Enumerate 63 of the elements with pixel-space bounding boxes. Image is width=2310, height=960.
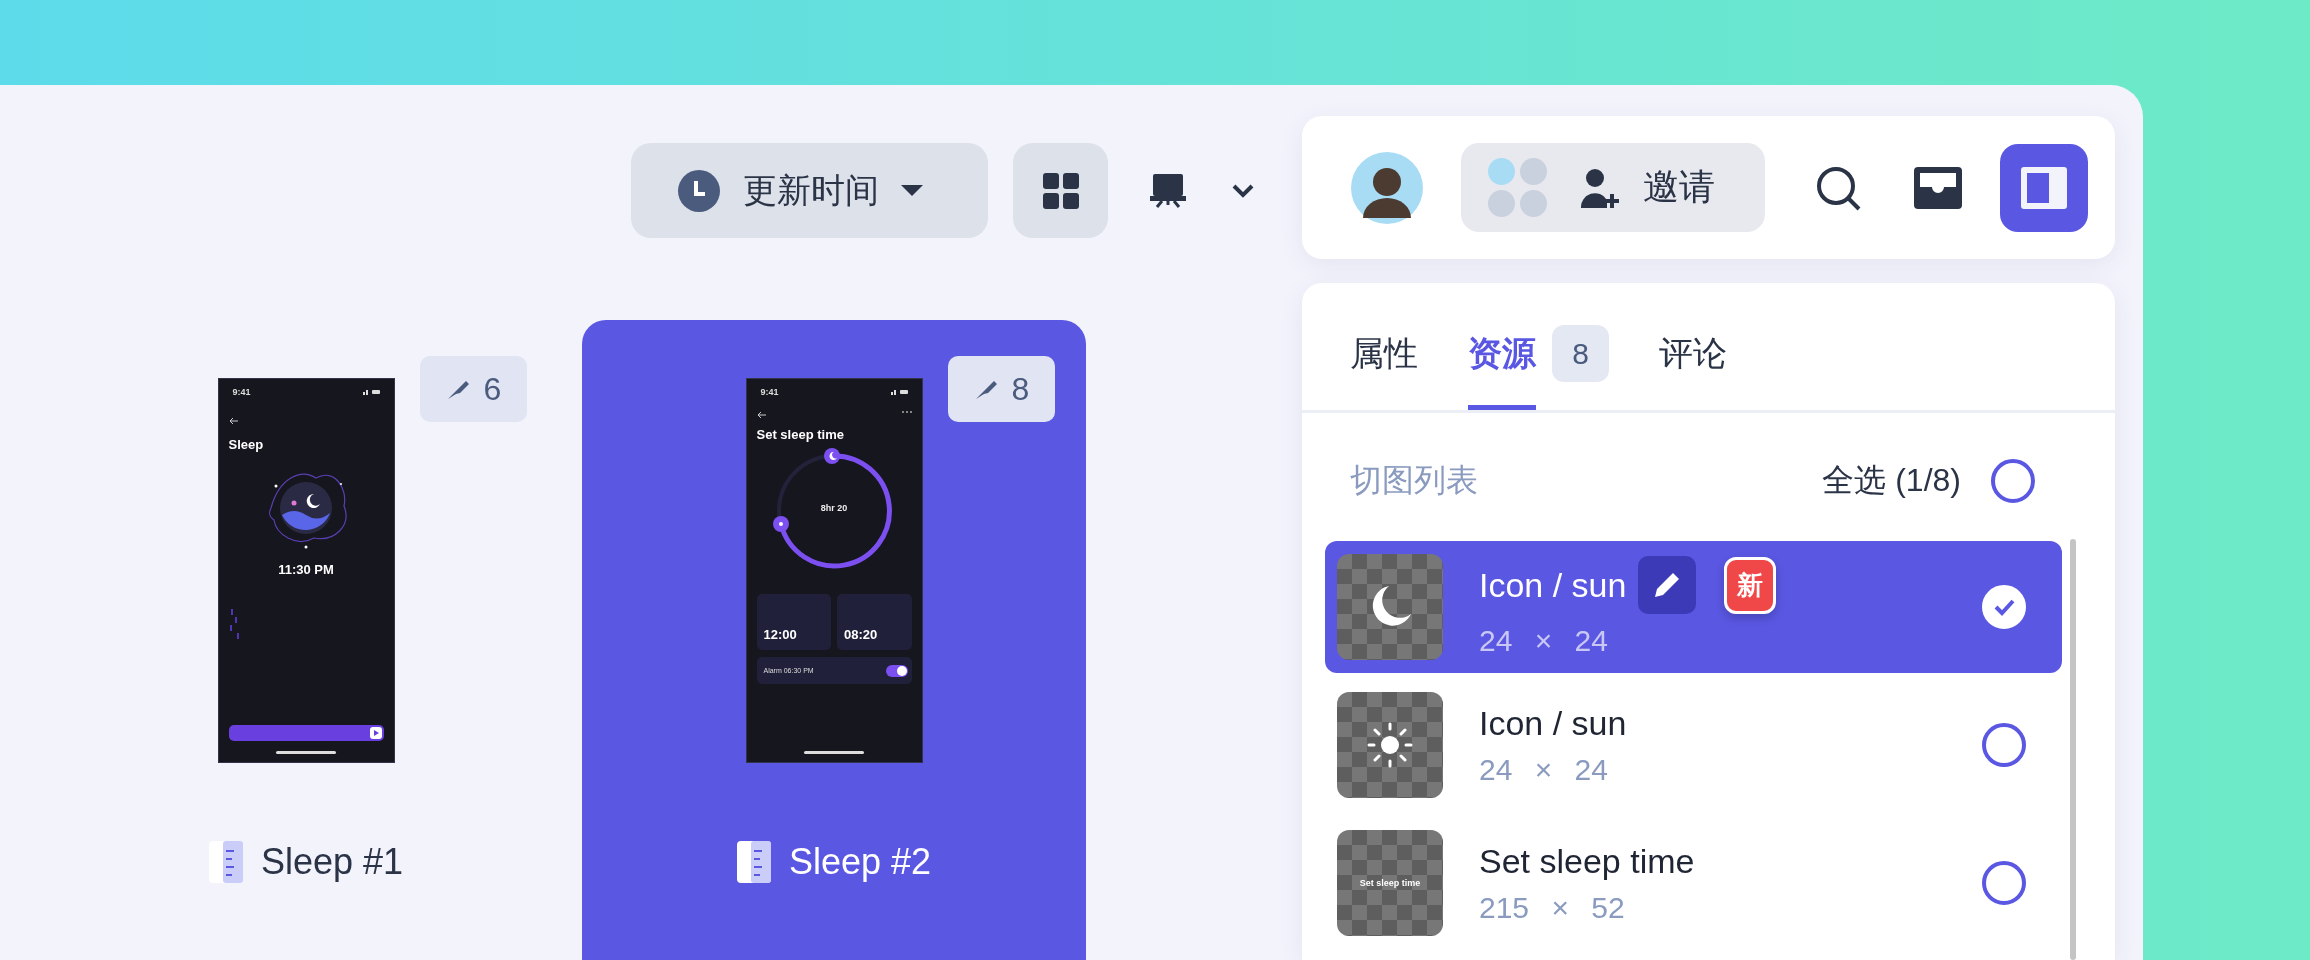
checkbox[interactable] (1982, 723, 2026, 767)
document-icon (208, 841, 243, 883)
add-user-icon (1581, 167, 1619, 208)
invite-button[interactable]: 邀请 (1461, 143, 1765, 232)
time-text: 11:30 PM (277, 562, 335, 577)
duration-text: 8hr 20 (819, 503, 849, 513)
status-icons (890, 389, 908, 395)
select-all-label: 全选 (1/8) (1822, 461, 1961, 500)
slice-row[interactable]: Icon / sun 24 × 24 (1325, 679, 2062, 811)
monitor-icon (1149, 173, 1186, 208)
time-tile: 08:20 (837, 594, 912, 650)
view-mode-button[interactable] (1013, 143, 1108, 238)
screen-title: Set sleep time (756, 427, 845, 442)
artboard-name: Sleep #2 (788, 841, 932, 883)
document-icon (736, 841, 771, 883)
slice-count-badge: 6 (420, 356, 527, 422)
sort-dropdown[interactable]: 更新时间 (631, 143, 988, 238)
avatar-placeholder (1488, 190, 1515, 217)
check-icon (1993, 597, 2015, 617)
tab[interactable]: 资源 (1468, 297, 1536, 410)
scrollbar[interactable] (2070, 539, 2076, 960)
slice-size: 215 × 52 (1479, 890, 1626, 925)
back-arrow-icon (756, 411, 767, 419)
select-all-checkbox[interactable] (1991, 459, 2035, 503)
sun-icon (1365, 720, 1415, 770)
count-badge: 8 (1552, 325, 1609, 382)
slice-size: 24 × 24 (1479, 624, 1609, 658)
sidebar-icon (2021, 166, 2067, 209)
edit-button[interactable] (1638, 556, 1697, 614)
chevron-down-icon (1231, 183, 1254, 198)
inbox-icon (1914, 166, 1962, 209)
play-icon (369, 727, 382, 739)
slice-row[interactable]: Icon / sun 新 24 × 24 (1325, 541, 2062, 673)
slice-name: Icon / sun (1479, 703, 1627, 743)
screen-title: Sleep (228, 437, 265, 452)
artboard-card[interactable]: 9:41 Sleep 11:30 PM 6 Sleep #1 (54, 320, 558, 960)
clock-icon (677, 168, 721, 213)
avatar-icon (1351, 151, 1423, 224)
grid-icon (1042, 172, 1079, 209)
time-tile: 12:00 (756, 594, 831, 650)
section-title: 切图列表 (1350, 461, 1479, 500)
music-notes-icon (228, 607, 241, 641)
caret-icon (901, 185, 923, 196)
avatar-placeholder (1520, 158, 1547, 185)
preview-text: Set sleep time (1359, 878, 1421, 888)
status-time: 9:41 (232, 387, 251, 397)
new-badge: 新 (1724, 556, 1777, 614)
checkbox[interactable] (1982, 861, 2026, 905)
tab[interactable]: 属性 (1350, 297, 1418, 410)
avatar-icon (1488, 158, 1515, 185)
slice-name: Set sleep time (1479, 841, 1695, 881)
slice-size: 24 × 24 (1479, 752, 1609, 787)
slice-row[interactable]: Set sleep time Set sleep time 215 × 52 (1325, 817, 2062, 949)
status-icons (362, 389, 380, 395)
avatar-placeholder (1520, 190, 1547, 217)
panel-toggle-button[interactable] (2000, 143, 2088, 232)
slice-count-badge: 8 (948, 356, 1055, 422)
search-icon (1815, 164, 1861, 211)
status-time: 9:41 (760, 387, 779, 397)
slice-name: Icon / sun (1479, 565, 1627, 605)
back-arrow-icon (228, 417, 239, 425)
artboard-name: Sleep #1 (260, 841, 404, 883)
tab[interactable]: 评论 (1659, 297, 1727, 410)
